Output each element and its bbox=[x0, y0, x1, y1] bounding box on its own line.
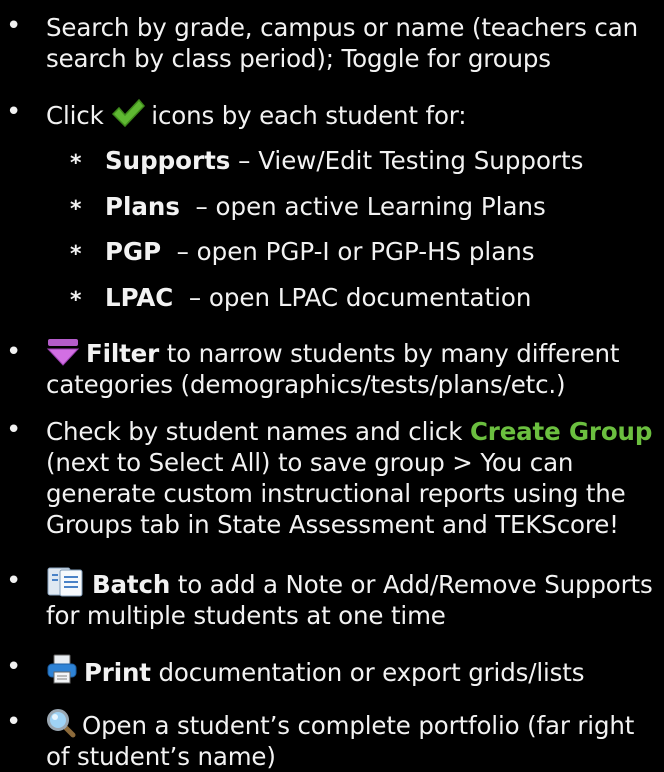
bullet: • bbox=[6, 337, 22, 367]
list-item-print: • Print documentation or export grids/li… bbox=[0, 652, 664, 688]
sub-item-pgp: * PGP – open PGP-I or PGP-HS plans bbox=[70, 236, 535, 267]
printer-icon bbox=[47, 654, 77, 684]
bullet: • bbox=[6, 566, 22, 596]
plans-desc: – open active Learning Plans bbox=[195, 192, 546, 221]
asterisk: * bbox=[70, 242, 82, 267]
print-term: Print bbox=[84, 658, 151, 687]
list-item-click-icons: • Click icons by each student for: bbox=[0, 97, 664, 131]
slide: • Search by grade, campus or name (teach… bbox=[0, 0, 664, 772]
supports-desc: – View/Edit Testing Supports bbox=[238, 146, 584, 175]
filter-term: Filter bbox=[86, 339, 160, 368]
bullet: • bbox=[6, 707, 22, 737]
sub-item-lpac: * LPAC – open LPAC documentation bbox=[70, 282, 531, 313]
bullet: • bbox=[6, 652, 22, 682]
check-names-text: Check by student names and click bbox=[46, 417, 463, 446]
pgp-term: PGP bbox=[105, 237, 162, 266]
click-text: Click bbox=[46, 101, 104, 130]
create-group-desc: (next to Select All) to save group > You… bbox=[46, 448, 626, 539]
sub-item-supports: * Supports – View/Edit Testing Supports bbox=[70, 145, 583, 176]
magnifier-icon bbox=[47, 709, 76, 738]
create-group-term: Create Group bbox=[469, 417, 653, 446]
filter-icon bbox=[46, 339, 80, 366]
list-item-search: • Search by grade, campus or name (teach… bbox=[0, 11, 664, 74]
list-item-create-group: • Check by student names and click Creat… bbox=[0, 415, 664, 540]
search-text: Search by grade, campus or name (teacher… bbox=[46, 13, 638, 73]
sub-item-plans: * Plans – open active Learning Plans bbox=[70, 191, 546, 222]
batch-term: Batch bbox=[92, 570, 171, 599]
checkmark-icon bbox=[112, 98, 146, 128]
bullet: • bbox=[6, 415, 22, 445]
asterisk: * bbox=[70, 197, 82, 222]
asterisk: * bbox=[70, 151, 82, 176]
pgp-desc: – open PGP-I or PGP-HS plans bbox=[176, 237, 535, 266]
bullet: • bbox=[6, 97, 22, 127]
list-item-filter: • Filter to narrow students by many diff… bbox=[0, 337, 664, 400]
bullet: • bbox=[6, 11, 22, 41]
icons-text: icons by each student for: bbox=[151, 101, 467, 130]
supports-term: Supports bbox=[105, 146, 231, 175]
lpac-term: LPAC bbox=[105, 283, 174, 312]
plans-term: Plans bbox=[105, 192, 180, 221]
batch-documents-icon bbox=[47, 567, 83, 597]
asterisk: * bbox=[70, 288, 82, 313]
list-item-portfolio: • Open a student’s complete portfolio (f… bbox=[0, 707, 664, 772]
list-item-batch: • Batch to add a Note or Add/Remove Supp… bbox=[0, 566, 664, 631]
portfolio-desc: Open a student’s complete portfolio (far… bbox=[46, 711, 635, 771]
print-desc: documentation or export grids/lists bbox=[158, 658, 585, 687]
lpac-desc: – open LPAC documentation bbox=[188, 283, 532, 312]
